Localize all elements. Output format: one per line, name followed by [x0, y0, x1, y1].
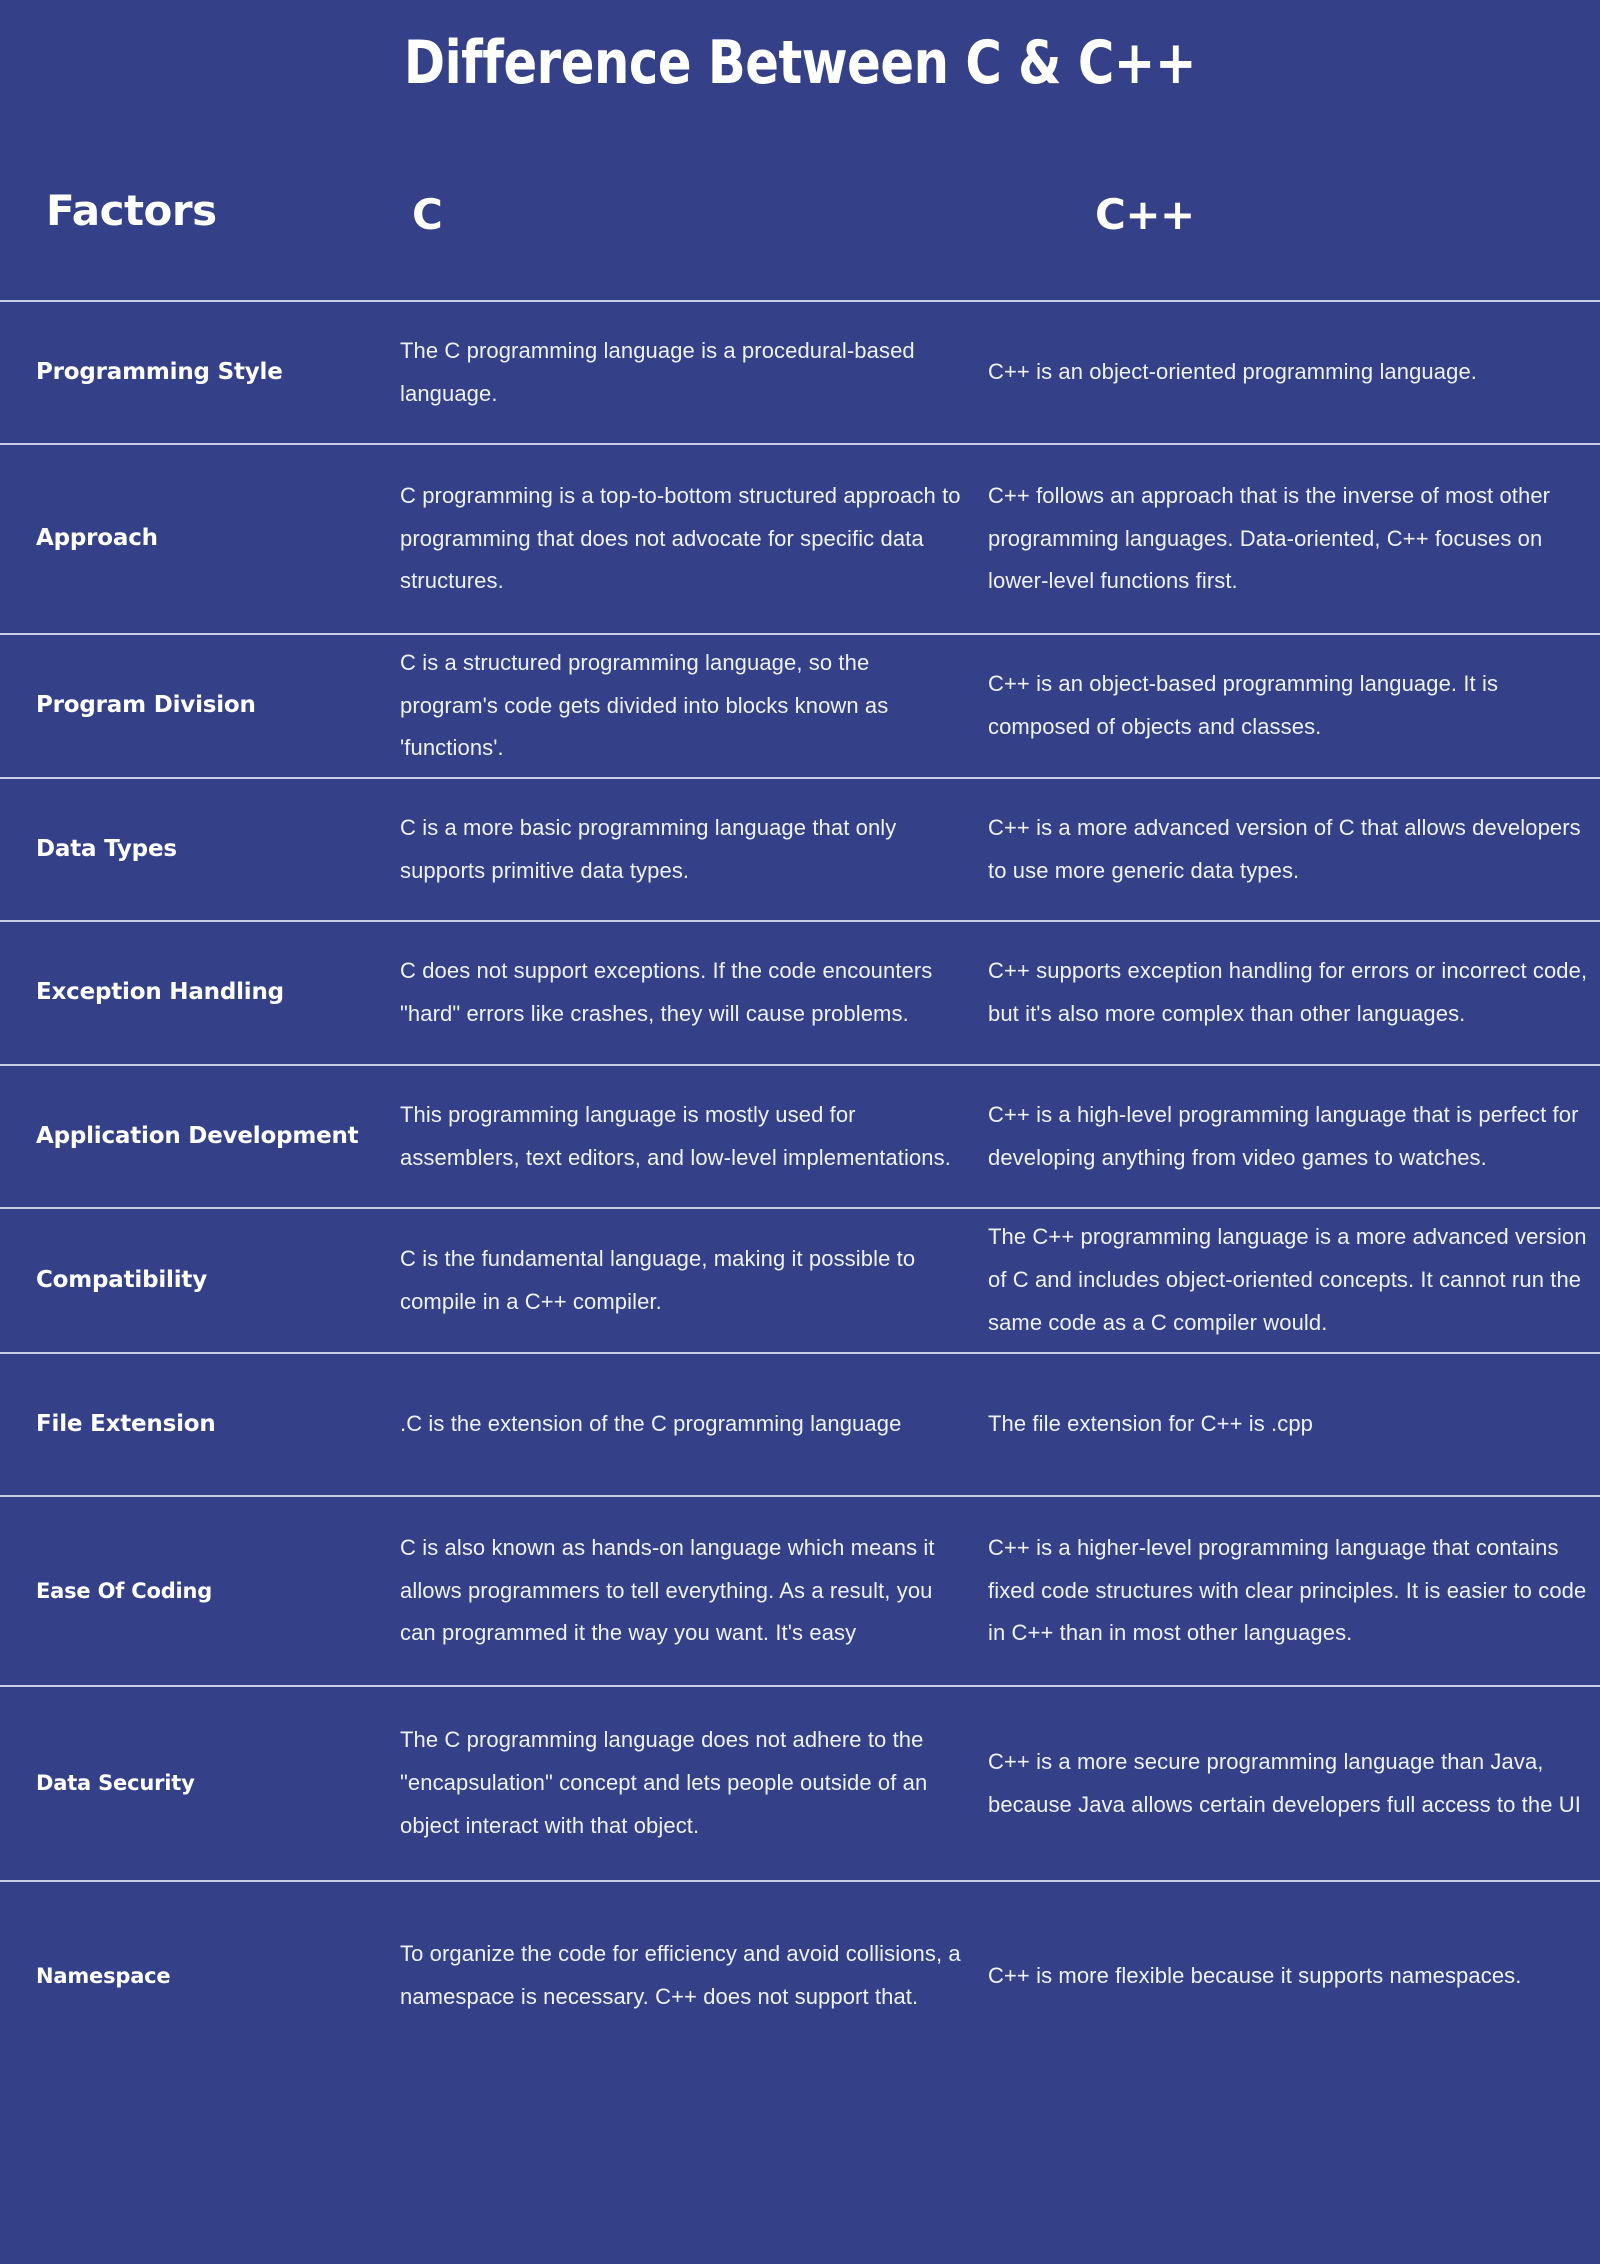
row-cpp-description: C++ is a higher-level programming langua…	[988, 1534, 1587, 1646]
comparison-infographic: Difference Between C & C++ Factors C C++…	[0, 0, 1600, 2264]
table-row: Approach C programming is a top-to-botto…	[0, 443, 1600, 633]
row-cpp-description: The file extension for C++ is .cpp	[988, 1411, 1314, 1437]
row-c-description: The C programming language does not adhe…	[400, 1727, 928, 1838]
row-cpp-description: C++ supports exception handling for erro…	[988, 958, 1588, 1026]
row-factor-label: File Extension	[36, 1410, 216, 1437]
column-header-c: C	[412, 190, 443, 239]
row-cpp-description: C++ is an object-based programming langu…	[988, 671, 1499, 739]
row-factor-label: Ease Of Coding	[36, 1578, 213, 1603]
comparison-table: Programming Style The C programming lang…	[0, 300, 1600, 2070]
row-cpp-description: C++ is more flexible because it supports…	[988, 1962, 1522, 1988]
row-c-description: C is the fundamental language, making it…	[400, 1245, 916, 1314]
row-cpp-description: C++ is a high-level programming language…	[988, 1101, 1579, 1170]
table-row: Compatibility C is the fundamental langu…	[0, 1207, 1600, 1352]
table-row: Exception Handling C does not support ex…	[0, 920, 1600, 1064]
row-c-description: C is a more basic programming language t…	[400, 814, 897, 883]
row-factor-label: Data Security	[36, 1771, 195, 1796]
row-c-description: This programming language is mostly used…	[400, 1101, 951, 1170]
row-cpp-description: C++ is a more advanced version of C that…	[988, 814, 1581, 883]
row-factor-label: Program Division	[36, 692, 256, 719]
table-row: Program Division C is a structured progr…	[0, 633, 1600, 777]
row-factor-label: Approach	[36, 525, 158, 552]
table-row: Data Security The C programming language…	[0, 1685, 1600, 1880]
row-cpp-description: C++ is an object-oriented programming la…	[988, 359, 1477, 385]
table-row: Namespace To organize the code for effic…	[0, 1880, 1600, 2070]
row-c-description: C is a structured programming language, …	[400, 649, 889, 761]
page-title: Difference Between C & C++	[403, 28, 1197, 98]
row-cpp-description: C++ is a more secure programming languag…	[988, 1748, 1581, 1817]
row-factor-label: Programming Style	[36, 358, 283, 385]
row-factor-label: Exception Handling	[36, 979, 284, 1006]
column-header-factors: Factors	[46, 186, 217, 235]
row-factor-label: Namespace	[36, 1963, 171, 1988]
row-factor-label: Data Types	[36, 835, 177, 862]
row-c-description: C does not support exceptions. If the co…	[400, 958, 933, 1026]
column-header-cpp: C++	[1095, 190, 1195, 239]
table-row: Data Types C is a more basic programming…	[0, 777, 1600, 920]
row-c-description: The C programming language is a procedur…	[400, 337, 915, 406]
column-headers: Factors C C++	[0, 186, 1600, 266]
row-c-description: C is also known as hands-on language whi…	[400, 1534, 935, 1646]
row-c-description: .C is the extension of the C programming…	[400, 1411, 902, 1437]
table-row: File Extension .C is the extension of th…	[0, 1352, 1600, 1495]
table-row: Application Development This programming…	[0, 1064, 1600, 1207]
row-cpp-description: C++ follows an approach that is the inve…	[988, 482, 1551, 594]
table-row: Programming Style The C programming lang…	[0, 300, 1600, 443]
row-c-description: C programming is a top-to-bottom structu…	[400, 482, 961, 594]
row-c-description: To organize the code for efficiency and …	[400, 1941, 961, 2009]
row-cpp-description: The C++ programming language is a more a…	[988, 1224, 1587, 1335]
row-factor-label: Compatibility	[36, 1266, 208, 1293]
table-row: Ease Of Coding C is also known as hands-…	[0, 1495, 1600, 1685]
row-factor-label: Application Development	[36, 1122, 359, 1149]
